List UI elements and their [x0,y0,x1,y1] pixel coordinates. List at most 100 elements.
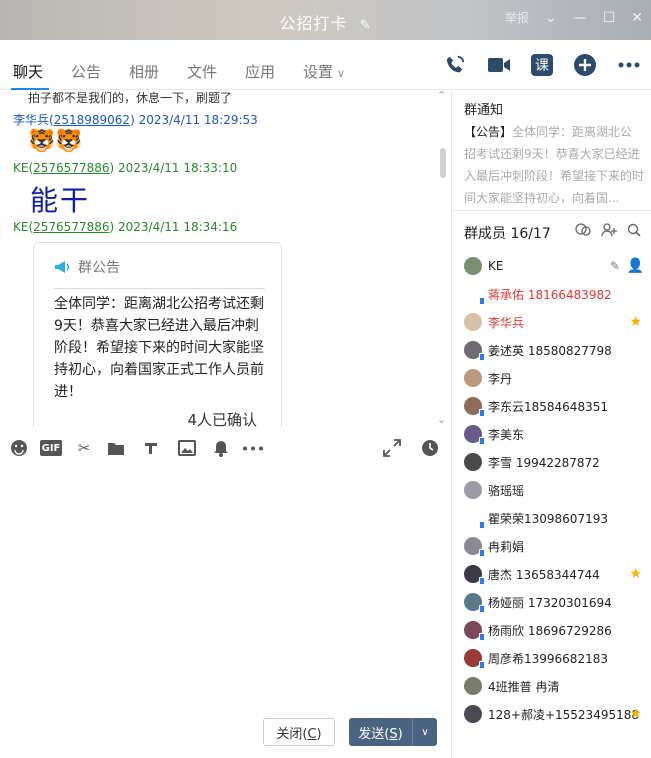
expand-icon[interactable] [382,438,402,458]
send-button[interactable]: 发送(S) ∨ [349,718,437,746]
avatar [464,649,485,669]
sender-name: KE [13,161,29,175]
member-name: 瞿荣荣13098607193 [488,511,608,526]
minimize-button[interactable]: — [573,10,587,26]
screenshot-scissors-icon[interactable]: ✂ [74,438,94,458]
music-icon[interactable] [141,438,161,458]
gif-icon[interactable]: GIF [40,440,62,456]
edit-card-icon[interactable]: ✎ [610,259,620,273]
mobile-online-icon [464,285,485,305]
member-item[interactable]: 4班推普 冉清 [464,675,646,697]
member-name: 蒋承佑 18166483982 [488,287,612,302]
group-notice-title: 群通知 [464,103,504,118]
member-chat-icon[interactable] [575,223,591,241]
maximize-button[interactable]: ☐ [603,10,616,26]
tab-files[interactable]: 文件 [187,61,217,82]
search-member-icon[interactable] [627,223,641,241]
member-item[interactable]: 冉莉娟 [464,535,646,557]
group-notice-card[interactable]: 群公告 全体同学：距离湖北公招考试还剩9天！恭喜大家已经进入最后冲刺阶段！希望接… [33,242,282,427]
member-item[interactable]: 骆瑶瑶 [464,479,646,501]
tab-settings-label: 设置 [303,63,334,81]
phone-device-icon [479,577,485,585]
group-owner-icon: 👤 [626,258,644,274]
sender-uid-link[interactable]: 2576577886 [33,161,109,175]
report-link[interactable]: 举报 [505,9,529,26]
edit-title-icon[interactable]: ✎ [360,18,372,33]
phone-call-icon[interactable] [443,53,467,77]
member-name: 姜述英 18580827798 [488,343,612,358]
tab-announcement[interactable]: 公告 [71,61,101,82]
add-app-icon[interactable] [573,53,597,77]
member-name: 周彦希13996682183 [488,651,608,666]
partial-message: 拍子都不是我们的，休息一下，刷题了 [28,91,233,105]
scroll-up-icon[interactable]: ⌃ [437,91,446,102]
member-name: 李美东 [488,427,525,442]
member-item[interactable]: 蒋承佑 18166483982 [464,283,646,305]
phone-device-icon [479,297,485,305]
member-name: 骆瑶瑶 [488,483,525,498]
message-sender: KE(2576577886) 2023/4/11 18:33:10 [13,161,238,175]
member-item[interactable]: 周彦希13996682183 [464,647,646,669]
notice-card-body: 全体同学：距离湖北公招考试还剩9天！恭喜大家已经进入最后冲刺阶段！希望接下来的时… [54,296,264,400]
member-item[interactable]: 128+郝凌+15523495188 ★ [464,703,646,725]
history-clock-icon[interactable] [420,438,440,458]
sender-uid-link[interactable]: 2576577886 [33,220,109,234]
message-time: 2023/4/11 18:33:10 [118,161,238,175]
message-text: 能干 [30,184,91,217]
tab-apps[interactable]: 应用 [245,61,275,82]
image-icon[interactable] [177,438,197,458]
member-item[interactable]: 李雪 19942287872 [464,451,646,473]
phone-device-icon [479,437,485,445]
sender-name: 李华兵 [13,113,50,127]
member-name: 冉莉娟 [488,539,525,554]
message-sender: 李华兵(2518989062) 2023/4/11 18:29:53 [13,113,258,127]
member-item[interactable]: 杨娅丽 17320301694 [464,591,646,613]
member-item[interactable]: 瞿荣荣13098607193 [464,507,646,529]
tab-album[interactable]: 相册 [129,61,159,82]
emoji-icon[interactable] [9,438,29,458]
video-call-icon[interactable] [487,53,511,77]
scroll-down-icon[interactable]: ⌄ [437,413,446,426]
member-item[interactable]: 李丹 [464,367,646,389]
close-window-button[interactable]: ✕ [631,10,643,26]
course-icon[interactable]: 课 [531,54,553,76]
member-name: 杨娅丽 17320301694 [488,595,612,610]
phone-device-icon [479,633,485,641]
member-item[interactable]: 李东云18584648351 [464,395,646,417]
chevron-down-icon[interactable]: ⌄ [545,10,557,26]
admin-star-icon: ★ [629,566,642,582]
tab-chat[interactable]: 聊天 [13,61,43,82]
member-item[interactable]: 杨雨欣 18696729286 [464,619,646,641]
window-title-text: 公招打卡 [279,14,348,33]
member-item[interactable]: 姜述英 18580827798 [464,339,646,361]
more-tools-icon[interactable] [241,438,265,458]
chat-history[interactable]: 拍子都不是我们的，休息一下，刷题了 李华兵(2518989062) 2023/4… [0,91,451,427]
admin-star-icon: ★ [629,706,642,722]
folder-icon[interactable] [106,438,126,458]
member-item[interactable]: 李华兵 ★ [464,311,646,333]
close-button-label: 关闭(C) [276,726,322,742]
avatar [464,369,482,387]
add-member-icon[interactable] [601,223,617,241]
bell-icon[interactable] [211,438,231,458]
member-item[interactable]: KE ✎ 👤 [464,255,646,277]
sender-uid-link[interactable]: 2518989062 [54,113,130,127]
member-tools [575,223,641,241]
more-icon[interactable] [617,53,641,77]
message-input[interactable]: 关闭(C) 发送(S) ∨ [0,468,451,758]
avatar [464,341,485,361]
message-sender: KE(2576577886) 2023/4/11 18:34:16 [13,220,238,234]
send-shortcut-key: S [389,726,398,742]
member-name: 杨雨欣 18696729286 [488,623,612,638]
send-options-chevron-icon[interactable]: ∨ [412,718,437,746]
tab-settings[interactable]: 设置 ∨ [303,61,345,82]
group-notice-preview[interactable]: 【公告】全体同学：距离湖北公招考试还剩9天！恭喜大家已经进入最后冲刺阶段！希望接… [464,121,644,209]
group-notice-label: 【公告】 [464,125,513,139]
chat-scrollbar[interactable] [440,148,446,178]
close-button[interactable]: 关闭(C) [263,718,335,746]
member-name: KE [488,259,504,273]
notice-confirm-count[interactable]: 4人已确认 [187,409,257,427]
chevron-down-icon: ∨ [337,67,346,80]
member-item[interactable]: 李美东 [464,423,646,445]
member-item[interactable]: 唐杰 13658344744 ★ [464,563,646,585]
